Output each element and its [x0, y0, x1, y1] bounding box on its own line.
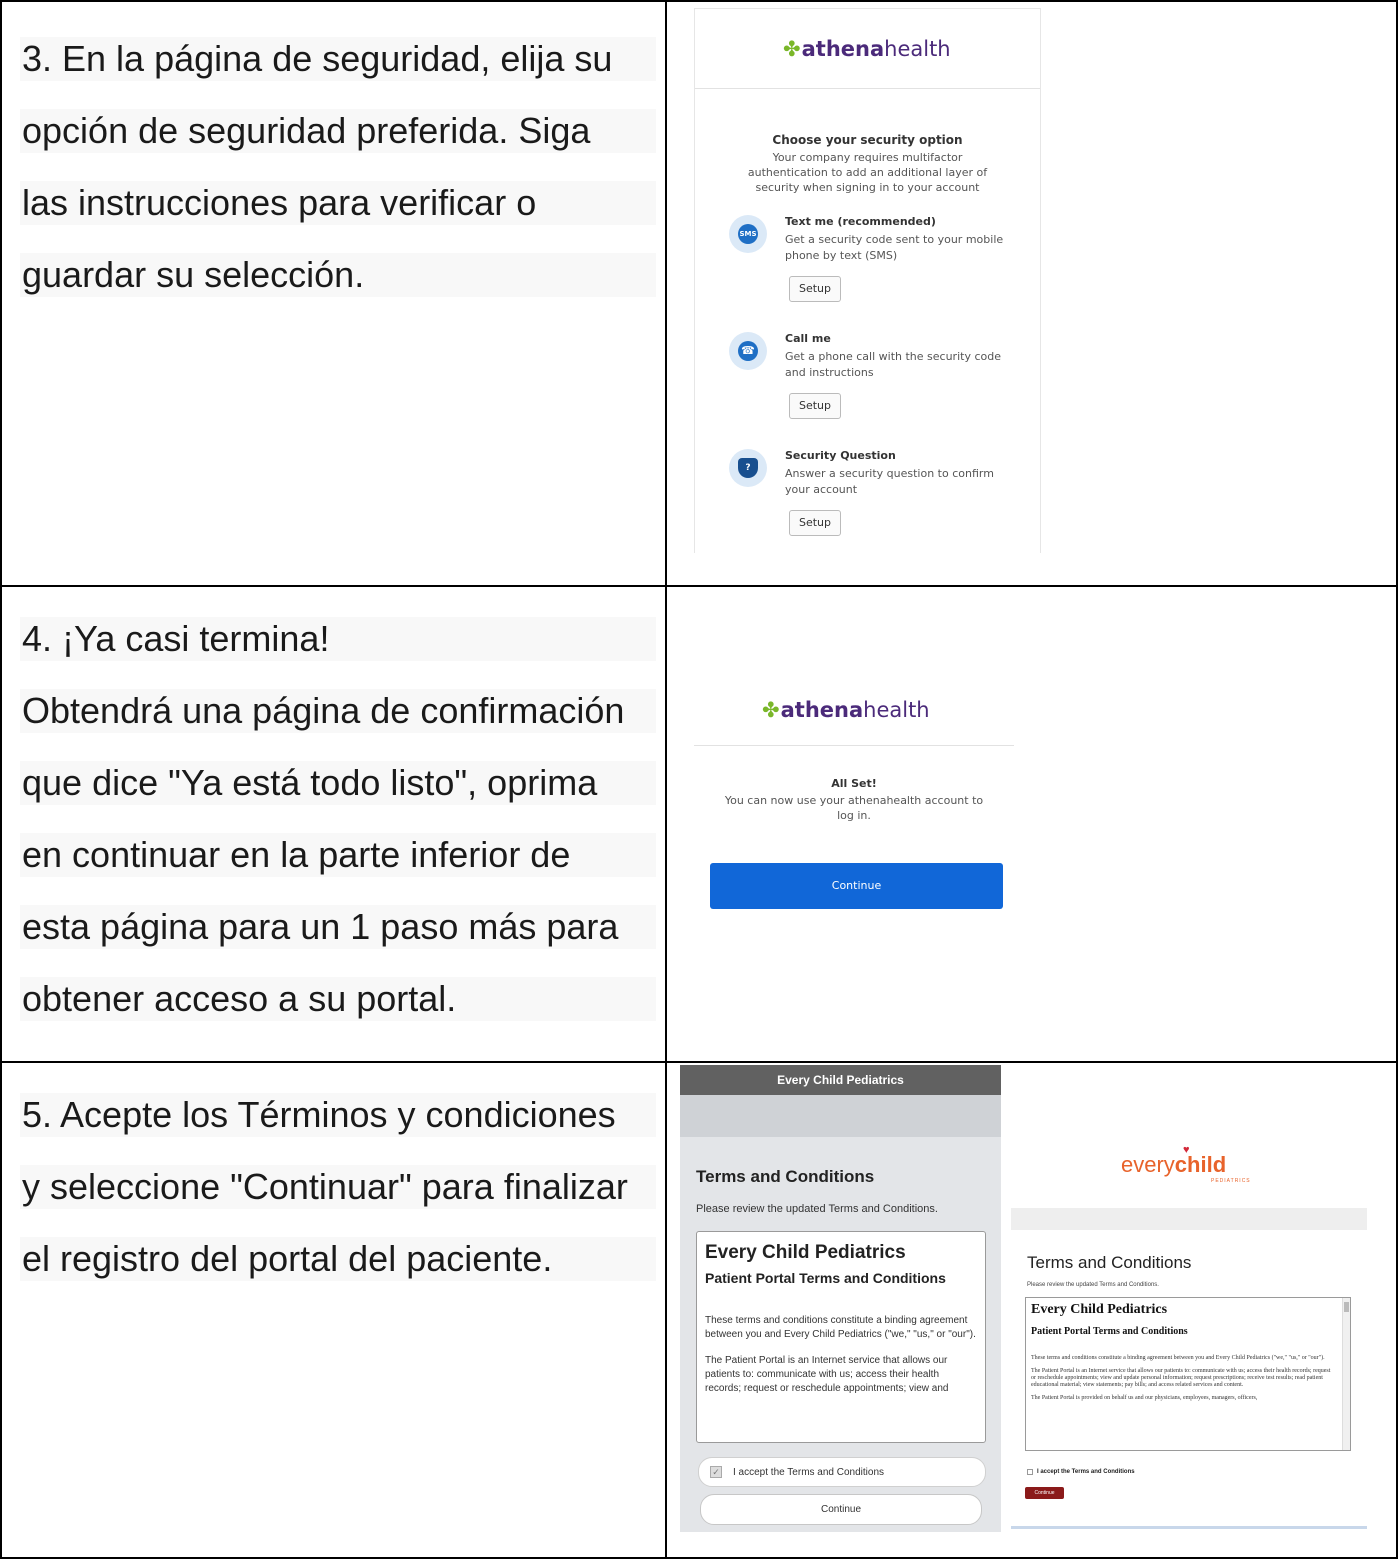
step-3-text: 3. En la página de seguridad, elija su o… — [20, 37, 656, 325]
security-title: Choose your security option — [772, 133, 963, 147]
security-option-sms: SMS Text me (recommended) Get a security… — [729, 215, 1019, 335]
all-set-screenshot: ✤athenahealth All Set! You can now use y… — [694, 680, 1014, 915]
option-name: Text me (recommended) — [785, 215, 936, 228]
leaf-icon: ✤ — [762, 698, 780, 722]
desktop-terms-screenshot: everychild ♥ PEDIATRICS Terms and Condit… — [1011, 1140, 1367, 1532]
continue-button[interactable]: Continue — [1025, 1487, 1064, 1499]
setup-button-sms[interactable]: Setup — [789, 276, 841, 302]
logo-text-athena: athena — [780, 698, 864, 722]
setup-button-call[interactable]: Setup — [789, 393, 841, 419]
doc-paragraph: These terms and conditions constitute a … — [1031, 1355, 1325, 1361]
accept-label: I accept the Terms and Conditions — [1037, 1469, 1135, 1475]
doc-paragraph: The Patient Portal is provided on behalf… — [1031, 1395, 1258, 1401]
step-line: el registro del portal del paciente. — [20, 1237, 656, 1281]
athena-header: ✤athenahealth — [695, 9, 1040, 89]
security-option-question: ? Security Question Answer a security qu… — [729, 449, 1019, 549]
message-line: log in. — [837, 809, 871, 822]
continue-button[interactable]: Continue — [700, 1494, 982, 1525]
security-subtitle: Your company requires multifactor authen… — [695, 150, 1040, 195]
logo-text-health: health — [884, 37, 951, 61]
scrollbar[interactable] — [1342, 1298, 1350, 1450]
step-line: guardar su selección. — [20, 253, 656, 297]
option-description: Get a security code sent to your mobile … — [785, 233, 1004, 262]
sms-icon-glyph: SMS — [738, 224, 758, 244]
leaf-icon: ✤ — [783, 37, 801, 61]
all-set-message: You can now use your athenahealth accoun… — [694, 793, 1014, 823]
logo-child-2: ld — [1206, 1152, 1227, 1177]
doc-title: Every Child Pediatrics — [1031, 1302, 1168, 1317]
option-description: Answer a security question to confirm yo… — [785, 467, 994, 496]
message-line: You can now use your athenahealth accoun… — [724, 794, 984, 807]
step-line: en continuar en la parte inferior de — [20, 833, 656, 877]
option-name: Call me — [785, 332, 831, 345]
logo-text-athena: athena — [801, 37, 885, 61]
step-line: 5. Acepte los Términos y condiciones — [20, 1093, 656, 1137]
terms-scrollbox[interactable]: Every Child Pediatrics Patient Portal Te… — [696, 1231, 986, 1443]
step-line: las instrucciones para verificar o — [20, 181, 656, 225]
security-option-call: ☎ Call me Get a phone call with the secu… — [729, 332, 1019, 452]
step-line: esta página para un 1 paso más para — [20, 905, 656, 949]
subtitle-line: Your company requires multifactor — [772, 151, 963, 164]
nav-band — [1011, 1208, 1367, 1230]
terms-title: Terms and Conditions — [1027, 1253, 1192, 1272]
heart-icon: ♥ — [1183, 1144, 1190, 1156]
every-child-logo: everychild ♥ PEDIATRICS — [1121, 1144, 1250, 1184]
logo-text-health: health — [863, 698, 930, 722]
checkbox-check-icon[interactable]: ✓ — [710, 1466, 722, 1478]
subtitle-line: authentication to add an additional laye… — [747, 166, 988, 179]
athenahealth-logo: ✤athenahealth — [783, 37, 951, 61]
security-option-screenshot: ✤athenahealth Choose your security optio… — [694, 8, 1041, 553]
terms-subtitle: Please review the updated Terms and Cond… — [1027, 1282, 1159, 1288]
doc-paragraph: These terms and conditions constitute a … — [705, 1315, 976, 1340]
portal-header: Every Child Pediatrics — [680, 1065, 1001, 1095]
step-line: 3. En la página de seguridad, elija su — [20, 37, 656, 81]
logo-subtitle: PEDIATRICS — [1211, 1178, 1251, 1184]
doc-title: Every Child Pediatrics — [705, 1242, 906, 1263]
step-4-text: 4. ¡Ya casi termina! Obtendrá una página… — [20, 617, 656, 1049]
scrollbar-thumb[interactable] — [1344, 1302, 1349, 1312]
doc-paragraph: The Patient Portal is an Internet servic… — [705, 1355, 949, 1394]
terms-title: Terms and Conditions — [696, 1167, 875, 1186]
continue-button[interactable]: Continue — [710, 863, 1003, 909]
accept-terms-row[interactable]: ✓ I accept the Terms and Conditions — [698, 1457, 986, 1487]
row-divider — [0, 585, 1398, 587]
step-line: que dice "Ya está todo listo", oprima — [20, 761, 656, 805]
step-line: 4. ¡Ya casi termina! — [20, 617, 656, 661]
logo-child-1: chi — [1174, 1152, 1207, 1177]
footer-line — [1011, 1526, 1367, 1529]
table-border-left — [0, 0, 2, 1559]
all-set-title: All Set! — [831, 777, 877, 790]
doc-subtitle: Patient Portal Terms and Conditions — [1031, 1326, 1188, 1337]
shield-icon-glyph: ? — [738, 458, 758, 478]
step-line: y seleccione "Continuar" para finalizar — [20, 1165, 656, 1209]
step-line: Obtendrá una página de confirmación — [20, 689, 656, 733]
option-name: Security Question — [785, 449, 896, 462]
step-line: opción de seguridad preferida. Siga — [20, 109, 656, 153]
row-divider — [0, 1061, 1398, 1063]
column-divider — [665, 0, 667, 1559]
subtitle-line: security when signing in to your account — [755, 181, 980, 194]
step-5-text: 5. Acepte los Términos y condiciones y s… — [20, 1093, 656, 1309]
doc-subtitle: Patient Portal Terms and Conditions — [705, 1270, 946, 1286]
accept-checkbox[interactable] — [1027, 1469, 1033, 1475]
sms-icon: SMS — [729, 215, 767, 253]
header-spacer — [680, 1095, 1001, 1137]
doc-paragraph: The Patient Portal is an Internet servic… — [1031, 1368, 1331, 1388]
accept-label: I accept the Terms and Conditions — [733, 1467, 885, 1478]
divider — [694, 745, 1014, 746]
phone-icon: ☎ — [729, 332, 767, 370]
logo-every: every — [1121, 1152, 1175, 1177]
step-line: obtener acceso a su portal. — [20, 977, 656, 1021]
mobile-terms-screenshot: Every Child Pediatrics Terms and Conditi… — [680, 1065, 1001, 1532]
athenahealth-logo: ✤athenahealth — [762, 698, 930, 722]
terms-subtitle: Please review the updated Terms and Cond… — [696, 1203, 938, 1215]
terms-scrollbox[interactable]: Every Child Pediatrics Patient Portal Te… — [1025, 1297, 1351, 1451]
option-description: Get a phone call with the security code … — [785, 350, 1001, 379]
setup-button-question[interactable]: Setup — [789, 510, 841, 536]
table-border-top — [0, 0, 1398, 2]
shield-icon: ? — [729, 449, 767, 487]
phone-icon-glyph: ☎ — [738, 341, 758, 361]
